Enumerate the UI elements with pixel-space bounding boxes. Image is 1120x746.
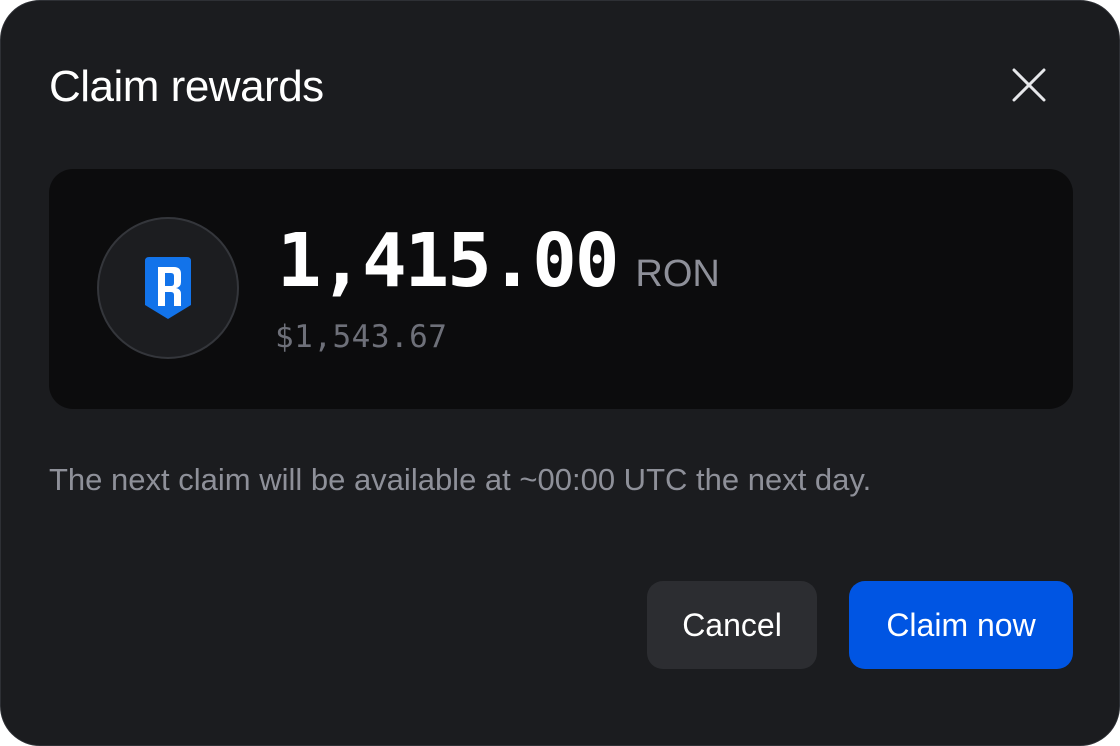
close-button[interactable] [1005,61,1053,109]
reward-unit: RON [635,253,720,295]
next-claim-note: The next claim will be available at ~00:… [49,462,872,497]
claim-now-button[interactable]: Claim now [849,581,1073,669]
reward-amount-row: 1,415.00 RON [277,221,720,301]
reward-fiat-value: $1,543.67 [275,319,448,355]
token-avatar [97,217,239,359]
reward-amount: 1,415.00 [277,218,619,304]
cancel-button[interactable]: Cancel [647,581,817,669]
ronin-logo-icon [145,257,191,319]
dialog-title: Claim rewards [49,62,324,111]
claim-rewards-dialog: Claim rewards 1,415.00 RON $1,543.67 The… [0,0,1120,746]
close-icon [1012,68,1046,102]
reward-summary-card: 1,415.00 RON $1,543.67 [49,169,1073,409]
